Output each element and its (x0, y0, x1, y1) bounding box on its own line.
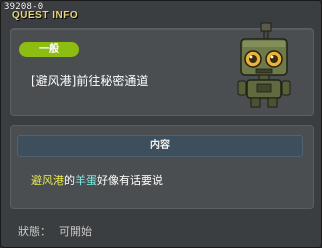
status-value: 可開始 (59, 225, 92, 238)
quest-info-window: 39208-0 QUEST INFO 一般 [避风港]前往秘密通道 内容 避风港 (0, 0, 322, 248)
quest-description: 避风港的羊蛋好像有话要说 (31, 172, 163, 188)
quest-category-badge: 一般 (19, 42, 79, 57)
window-title: QUEST INFO (12, 10, 79, 21)
description-rest: 好像有话要说 (97, 174, 163, 187)
quest-status: 狀態： 可開始 (18, 223, 92, 239)
description-location: 避风港 (31, 174, 64, 187)
description-connector: 的 (64, 174, 75, 187)
quest-name: [避风港]前往秘密通道 (31, 74, 149, 88)
status-label: 狀態： (18, 225, 51, 238)
description-npc-name: 羊蛋 (75, 174, 97, 187)
content-section-header: 内容 (17, 135, 303, 157)
robot-npc-portrait (237, 22, 291, 108)
